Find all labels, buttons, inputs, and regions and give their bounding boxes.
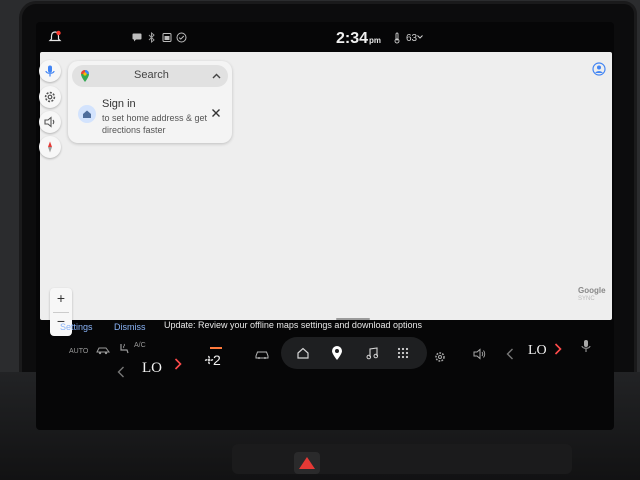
google-attribution: Google [578,286,606,295]
sync-label[interactable]: SYNC [578,296,595,302]
compass-button[interactable] [39,136,61,158]
left-temperature: LO [142,360,162,376]
signin-title[interactable]: Sign in [102,98,136,110]
audio-guidance-button[interactable] [39,111,61,133]
microphone-icon [45,65,55,77]
update-message: Update: Review your offline maps setting… [164,320,422,330]
volume-icon[interactable] [473,348,487,360]
home-icon [78,105,96,123]
settings-button[interactable] [39,86,61,108]
hazard-icon [299,457,315,469]
bluetooth-icon [148,32,155,43]
app-grid-icon[interactable] [397,347,409,359]
drawer-handle[interactable] [336,318,370,320]
speaker-icon [44,116,55,128]
control-bar: AUTO A/C LO 2 LO [36,336,614,378]
gear-icon[interactable] [434,351,446,363]
search-label: Search [134,69,169,81]
home-icon[interactable] [296,346,310,360]
close-icon[interactable] [211,108,221,118]
update-notification: Settings Dismiss Update: Review your off… [36,320,614,336]
search-bar[interactable]: Search [72,65,228,87]
hazard-button[interactable] [294,452,320,474]
left-temp-up-icon[interactable] [174,358,182,370]
chevron-down-icon [417,35,423,39]
search-card: Search Sign in to set home address & get… [68,61,232,143]
navigation-pin-icon[interactable] [331,345,343,361]
account-icon[interactable] [592,62,606,76]
seat-heat-icon[interactable] [118,342,130,354]
recirculation-icon[interactable] [95,345,111,355]
outside-temperature: 63 [406,33,418,44]
infotainment-screen: 2:34 pm 63 Search Sign in to set home ad… [36,22,614,430]
signin-subtitle: to set home address & get directions fas… [102,113,208,135]
fan-speed: 2 [213,352,221,368]
compass-icon [48,141,52,153]
settings-link[interactable]: Settings [60,322,93,332]
voice-search-button[interactable] [39,60,61,82]
clock-ampm: pm [369,36,381,45]
music-note-icon[interactable] [365,346,379,360]
dismiss-link[interactable]: Dismiss [114,322,146,332]
clock-time: 2:34 [336,30,369,47]
right-temp-up-icon[interactable] [554,343,562,355]
phone-battery-icon [162,33,172,42]
check-circle-icon [176,32,187,43]
maps-pin-icon [81,70,89,82]
fan-level-indicator [210,347,222,349]
zoom-in-button[interactable]: + [50,290,72,306]
status-bar: 2:34 pm 63 [36,22,614,52]
right-temperature: LO [528,343,547,358]
message-icon [132,33,142,42]
app-launcher-pod [281,337,427,369]
auto-climate-label[interactable]: AUTO [69,348,88,355]
gear-icon [44,91,56,103]
vehicle-icon[interactable] [254,349,270,359]
chevron-up-icon[interactable] [212,73,221,79]
thermometer-icon [394,32,400,44]
right-temp-down-icon[interactable] [506,348,514,360]
left-temp-down-icon[interactable] [117,366,125,378]
air-vent [232,444,572,474]
ac-label[interactable]: A/C [134,342,146,349]
map-view[interactable]: Search Sign in to set home address & get… [39,52,612,336]
notification-bell-icon[interactable] [48,30,62,44]
voice-assistant-icon[interactable] [581,339,591,353]
